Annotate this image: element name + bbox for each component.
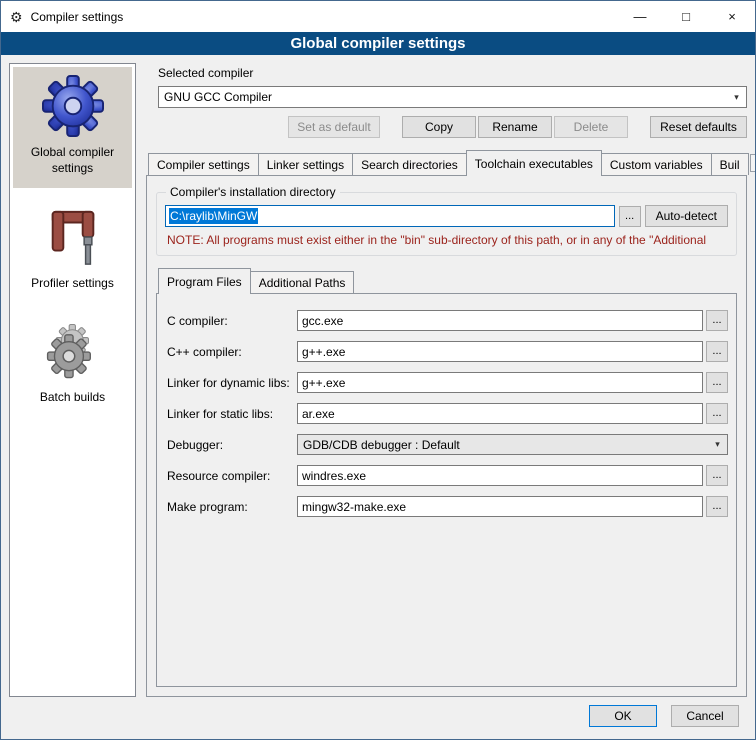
subtab-program-files[interactable]: Program Files	[158, 268, 251, 294]
selected-compiler-select[interactable]: GNU GCC Compiler ▾	[158, 86, 747, 108]
dialog-footer: OK Cancel	[1, 703, 755, 739]
dynamic-linker-row: Linker for dynamic libs: ...	[167, 372, 728, 393]
blue-gear-icon	[42, 75, 104, 137]
compiler-action-buttons: Set as default Copy Rename Delete Reset …	[158, 116, 747, 138]
make-program-row: Make program: ...	[167, 496, 728, 517]
selected-compiler-value: GNU GCC Compiler	[164, 90, 272, 104]
installation-directory-group: Compiler's installation directory C:\ray…	[156, 192, 737, 256]
static-linker-browse-button[interactable]: ...	[706, 403, 728, 424]
dynamic-linker-browse-button[interactable]: ...	[706, 372, 728, 393]
caption-buttons: — □ ×	[617, 1, 755, 32]
dynamic-linker-input[interactable]	[297, 372, 703, 393]
cpp-compiler-browse-button[interactable]: ...	[706, 341, 728, 362]
installation-directory-group-title: Compiler's installation directory	[166, 185, 340, 199]
c-compiler-row: C compiler: ...	[167, 310, 728, 331]
subtab-additional-paths[interactable]: Additional Paths	[250, 271, 355, 293]
sidebar-item-label: Profiler settings	[31, 276, 114, 292]
cpp-compiler-label: C++ compiler:	[167, 345, 297, 359]
reset-defaults-button[interactable]: Reset defaults	[650, 116, 747, 138]
auto-detect-button[interactable]: Auto-detect	[645, 205, 728, 227]
copy-button[interactable]: Copy	[402, 116, 476, 138]
c-compiler-input[interactable]	[297, 310, 703, 331]
resource-compiler-label: Resource compiler:	[167, 469, 297, 483]
compiler-settings-window: ⚙ Compiler settings — □ × Global compile…	[0, 0, 756, 740]
c-compiler-browse-button[interactable]: ...	[706, 310, 728, 331]
resource-compiler-row: Resource compiler: ...	[167, 465, 728, 486]
toolchain-executables-panel: Compiler's installation directory C:\ray…	[146, 175, 747, 697]
app-icon: ⚙	[10, 10, 23, 24]
sidebar-spacer	[13, 304, 132, 316]
sidebar-item-label: Global compiler settings	[16, 145, 129, 176]
tab-search-directories[interactable]: Search directories	[352, 153, 467, 175]
set-as-default-button[interactable]: Set as default	[288, 116, 380, 138]
make-program-browse-button[interactable]: ...	[706, 496, 728, 517]
cpp-compiler-input[interactable]	[297, 341, 703, 362]
profiler-clamp-icon	[46, 208, 100, 268]
close-button[interactable]: ×	[709, 1, 755, 32]
tab-custom-variables[interactable]: Custom variables	[601, 153, 712, 175]
installation-directory-value: C:\raylib\MinGW	[169, 208, 258, 224]
make-program-input[interactable]	[297, 496, 703, 517]
static-linker-label: Linker for static libs:	[167, 407, 297, 421]
note-text: NOTE: All programs must exist either in …	[167, 233, 726, 247]
program-files-panel: C compiler: ... C++ compiler: ... Linker…	[156, 293, 737, 687]
cpp-compiler-row: C++ compiler: ...	[167, 341, 728, 362]
title-bar: ⚙ Compiler settings — □ ×	[1, 1, 755, 32]
installation-directory-row: C:\raylib\MinGW ... Auto-detect	[165, 205, 728, 227]
rename-button[interactable]: Rename	[478, 116, 552, 138]
dialog-content: Global compiler settings	[1, 55, 755, 703]
debugger-row: Debugger: GDB/CDB debugger : Default ▾	[167, 434, 728, 455]
settings-category-list: Global compiler settings	[9, 63, 136, 697]
make-program-label: Make program:	[167, 500, 297, 514]
ok-button[interactable]: OK	[589, 705, 657, 727]
main-panel: Selected compiler GNU GCC Compiler ▾ Set…	[146, 63, 747, 697]
tab-toolchain-executables[interactable]: Toolchain executables	[466, 150, 602, 176]
installation-directory-browse-button[interactable]: ...	[619, 206, 641, 227]
sidebar-spacer	[13, 188, 132, 200]
minimize-button[interactable]: —	[617, 1, 663, 32]
maximize-button[interactable]: □	[663, 1, 709, 32]
c-compiler-label: C compiler:	[167, 314, 297, 328]
cancel-button[interactable]: Cancel	[671, 705, 739, 727]
sidebar-item-profiler-settings[interactable]: Profiler settings	[13, 200, 132, 304]
static-linker-input[interactable]	[297, 403, 703, 424]
program-files-tab-strip: Program Files Additional Paths	[156, 268, 737, 293]
resource-compiler-browse-button[interactable]: ...	[706, 465, 728, 486]
tab-compiler-settings[interactable]: Compiler settings	[148, 153, 259, 175]
sidebar-item-global-compiler-settings[interactable]: Global compiler settings	[13, 67, 132, 188]
settings-tab-strip: Compiler settings Linker settings Search…	[146, 150, 747, 175]
installation-directory-input[interactable]: C:\raylib\MinGW	[165, 205, 615, 227]
debugger-value: GDB/CDB debugger : Default	[303, 438, 460, 452]
sidebar-item-batch-builds[interactable]: Batch builds	[13, 316, 132, 418]
tab-scroll-left-icon[interactable]: ◄	[750, 154, 756, 172]
debugger-label: Debugger:	[167, 438, 297, 452]
page-title: Global compiler settings	[1, 32, 755, 55]
chevron-down-icon: ▾	[709, 436, 726, 453]
resource-compiler-input[interactable]	[297, 465, 703, 486]
sidebar-item-label: Batch builds	[40, 390, 105, 406]
dynamic-linker-label: Linker for dynamic libs:	[167, 376, 297, 390]
chevron-down-icon: ▾	[728, 88, 745, 106]
window-title: Compiler settings	[31, 10, 124, 24]
gray-gears-icon	[44, 324, 102, 382]
tab-scrollers: ◄ ►	[748, 154, 756, 175]
static-linker-row: Linker for static libs: ...	[167, 403, 728, 424]
debugger-select[interactable]: GDB/CDB debugger : Default ▾	[297, 434, 728, 455]
selected-compiler-label: Selected compiler	[158, 66, 747, 80]
tab-build-options-truncated[interactable]: Buil	[711, 153, 749, 175]
delete-button[interactable]: Delete	[554, 116, 628, 138]
tab-linker-settings[interactable]: Linker settings	[258, 153, 353, 175]
